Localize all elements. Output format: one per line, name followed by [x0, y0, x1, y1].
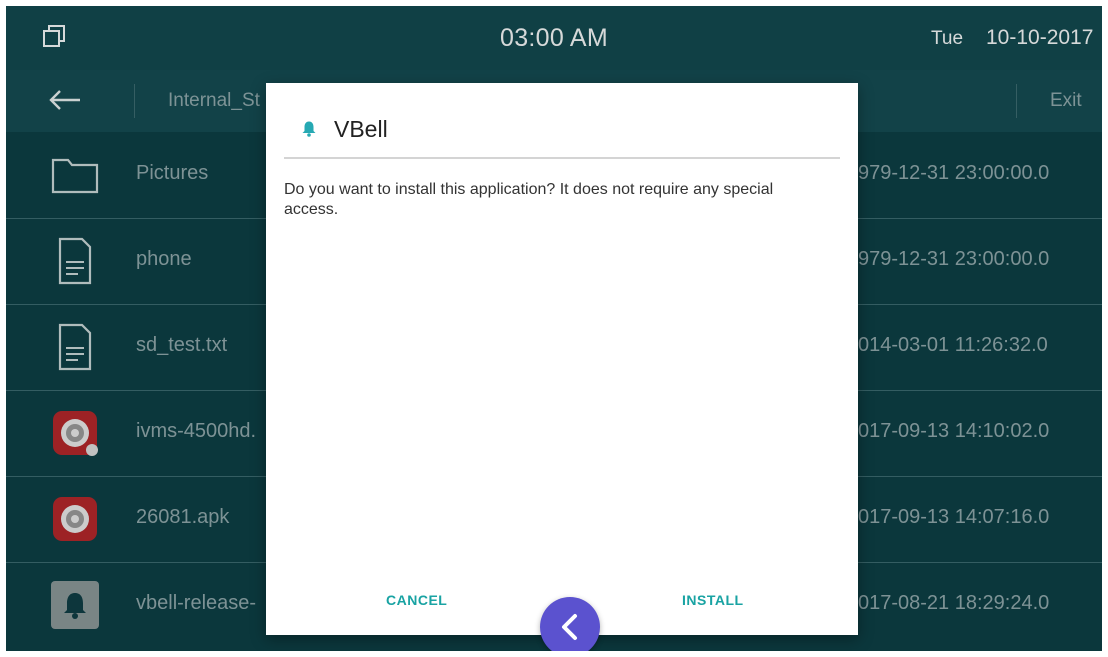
install-button[interactable]: INSTALL: [682, 592, 744, 608]
install-dialog: VBell Do you want to install this applic…: [266, 83, 858, 635]
cancel-button[interactable]: CANCEL: [386, 592, 447, 608]
dialog-message: Do you want to install this application?…: [284, 181, 774, 218]
device-screen: 03:00 AM Tue 10-10-2017 Internal_St Exit…: [6, 6, 1102, 651]
dialog-divider: [284, 157, 840, 159]
back-fab-button[interactable]: [540, 597, 600, 651]
bell-icon: [302, 121, 316, 137]
dialog-title: VBell: [334, 116, 388, 142]
chevron-left-icon: [562, 614, 577, 640]
